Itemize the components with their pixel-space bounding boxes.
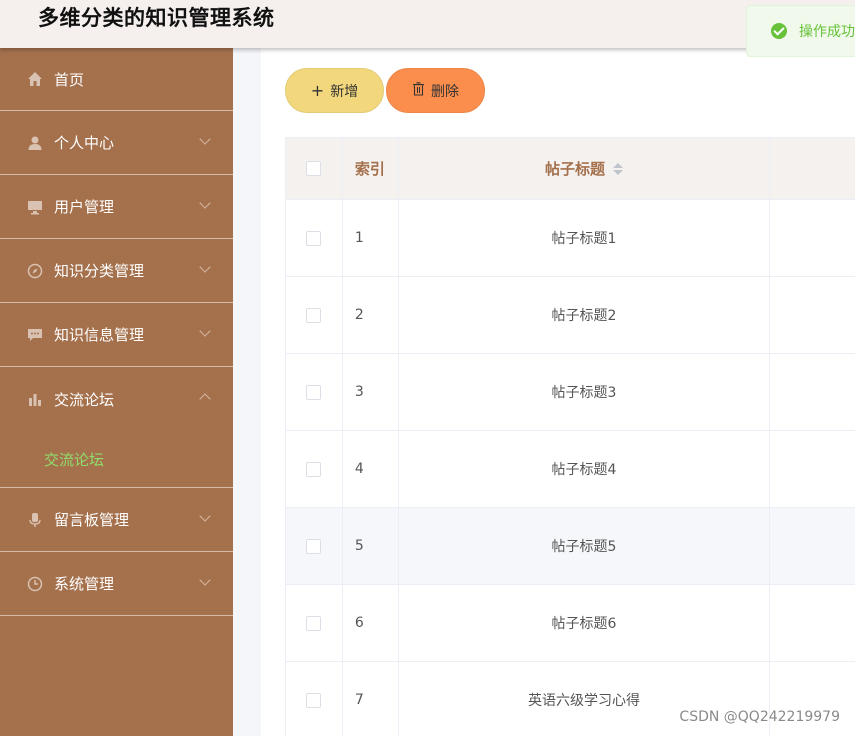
microphone-icon [26,511,44,529]
row-index: 5 [343,508,399,584]
row-title: 帖子标题5 [399,508,771,584]
watermark: CSDN @QQ242219979 [679,709,840,725]
clock-icon [26,575,44,593]
app-title: 多维分类的知识管理系统 [38,6,275,30]
chevron-down-icon [199,510,211,522]
sidebar-subitem-forum[interactable]: 交流论坛 [0,431,233,488]
chevron-down-icon [199,197,211,209]
sidebar-item-knowledge-category[interactable]: 知识分类管理 [0,239,233,303]
sidebar-item-system-management[interactable]: 系统管理 [0,552,233,616]
content-gutter [233,48,261,736]
bar-chart-icon [26,390,44,408]
home-icon [26,70,44,88]
sort-icon[interactable] [613,162,624,175]
sidebar: 首页 个人中心 用户管理 知识分类管理 知识信息管理 交流论坛 交流论坛 留言板… [0,48,233,736]
row-checkbox[interactable] [306,538,322,554]
sidebar-item-label: 系统管理 [54,575,115,593]
chevron-down-icon [199,133,211,145]
row-checkbox[interactable] [306,461,322,477]
row-index: 2 [343,277,399,353]
top-header: 多维分类的知识管理系统 [0,0,855,48]
row-title: 帖子标题3 [399,354,771,430]
delete-button[interactable]: 删除 [386,68,485,113]
table-row[interactable]: 5 帖子标题5 [286,508,855,585]
row-checkbox[interactable] [306,307,322,323]
row-title: 帖子标题6 [399,585,771,661]
delete-button-label: 删除 [431,83,459,100]
row-index: 1 [343,200,399,276]
sidebar-item-user-management[interactable]: 用户管理 [0,175,233,239]
row-checkbox[interactable] [306,692,322,708]
chevron-down-icon [199,325,211,337]
row-checkbox[interactable] [306,615,322,631]
compass-icon [26,262,44,280]
row-index: 6 [343,585,399,661]
row-title: 帖子标题2 [399,277,771,353]
sidebar-item-label: 用户管理 [54,198,115,216]
chevron-up-icon [199,393,211,405]
table-row[interactable]: 3 帖子标题3 [286,354,855,431]
sidebar-item-label: 个人中心 [54,134,115,152]
add-button[interactable]: + 新增 [285,68,384,113]
chevron-down-icon [199,261,211,273]
success-toast: 操作成功 [746,5,855,57]
header-checkbox-cell [286,138,343,199]
posts-table: 索引 帖子标题 1 帖子标题1 2 帖子标题2 3 帖子标题3 4 帖子标题4 … [285,137,855,736]
plus-icon: + [310,80,325,100]
sidebar-item-label: 交流论坛 [54,390,115,409]
add-button-label: 新增 [330,83,359,100]
table-row[interactable]: 4 帖子标题4 [286,431,855,508]
header-title-cell[interactable]: 帖子标题 [399,138,771,199]
sidebar-item-home[interactable]: 首页 [0,48,233,111]
chevron-down-icon [199,574,211,586]
sidebar-item-label: 知识分类管理 [54,262,145,280]
table-row[interactable]: 2 帖子标题2 [286,277,855,354]
header-index: 索引 [343,138,399,199]
table-row[interactable]: 1 帖子标题1 [286,200,855,277]
chat-icon [26,326,44,344]
success-check-icon [771,23,787,39]
sidebar-item-knowledge-info[interactable]: 知识信息管理 [0,303,233,367]
sidebar-item-message-board[interactable]: 留言板管理 [0,488,233,552]
sidebar-item-forum[interactable]: 交流论坛 [0,367,233,431]
header-extra-cell [770,138,855,199]
select-all-checkbox[interactable] [306,161,322,176]
user-icon [26,134,44,152]
row-checkbox[interactable] [306,384,322,400]
toast-message: 操作成功 [799,24,855,40]
table-header-row: 索引 帖子标题 [286,138,855,200]
trash-icon [412,82,425,99]
row-index: 3 [343,354,399,430]
row-index: 4 [343,431,399,507]
main-content: + 新增 删除 索引 帖子标题 1 帖子标题1 2 帖子标题2 3 帖子标题3 … [261,48,855,736]
sidebar-item-personal-center[interactable]: 个人中心 [0,111,233,175]
row-title: 帖子标题1 [399,200,771,276]
sidebar-item-label: 知识信息管理 [54,326,145,344]
row-title: 帖子标题4 [399,431,771,507]
sidebar-item-label: 留言板管理 [54,511,130,529]
header-title: 帖子标题 [545,160,606,178]
row-index: 7 [343,662,399,736]
sidebar-item-label: 首页 [54,70,85,89]
table-row[interactable]: 6 帖子标题6 [286,585,855,662]
monitor-icon [26,198,44,216]
row-checkbox[interactable] [306,230,322,246]
